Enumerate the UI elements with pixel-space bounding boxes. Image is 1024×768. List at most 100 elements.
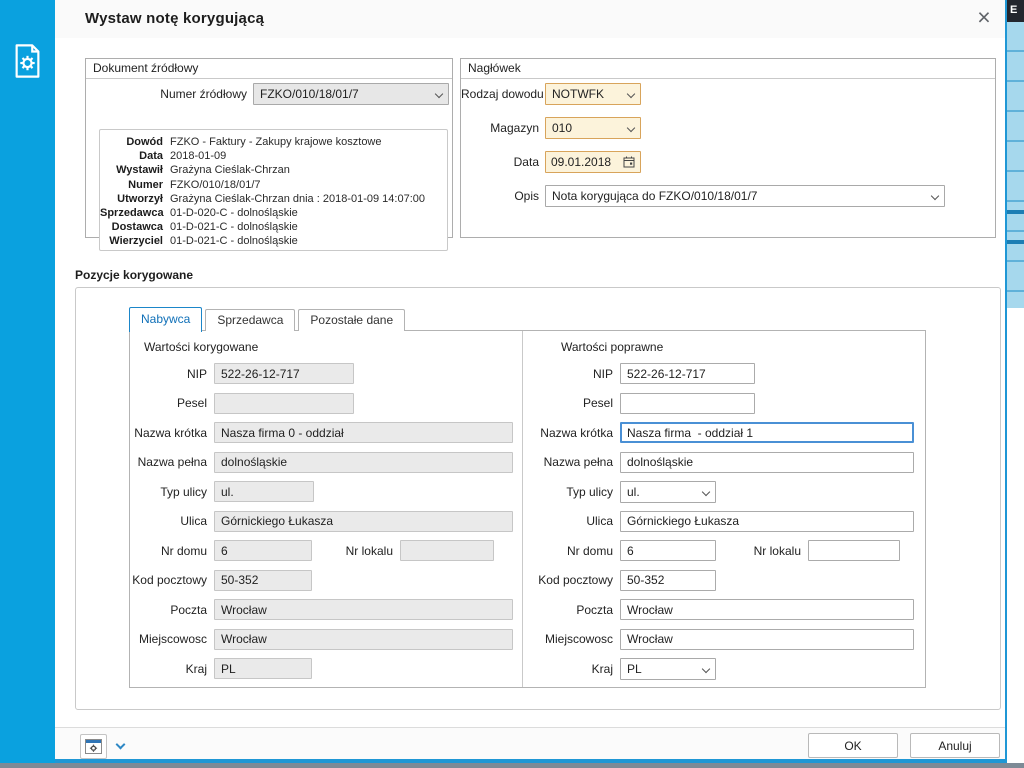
pesel-new-input[interactable] [620, 393, 755, 414]
data-value: 09.01.2018 [551, 155, 611, 169]
typ-ulicy-new-combo[interactable]: ul. [620, 481, 716, 503]
window-gear-icon [85, 739, 102, 754]
chevron-down-icon [627, 90, 635, 98]
miejscowosc-new-input[interactable] [620, 629, 914, 650]
nazwa-krotka-label: Nazwa krótka [130, 426, 214, 440]
kraj-old-input [214, 658, 312, 679]
rodzaj-dowodu-value: NOTWFK [552, 87, 604, 101]
nazwa-pelna-new-input[interactable] [620, 452, 914, 473]
os-taskbar-edge [0, 763, 1024, 768]
nazwa-krotka-old-input [214, 422, 513, 443]
kraj-label: Kraj [523, 662, 620, 676]
chevron-down-icon [702, 488, 710, 496]
rodzaj-dowodu-label: Rodzaj dowodu [461, 87, 545, 101]
detail-value: 01-D-021-C - dolnośląskie [170, 220, 298, 234]
settings-button[interactable] [80, 734, 107, 759]
nip-new-input[interactable] [620, 363, 755, 384]
ulica-new-input[interactable] [620, 511, 914, 532]
kraj-new-combo[interactable]: PL [620, 658, 716, 680]
detail-label: Utworzył [100, 192, 170, 206]
dialog-titlebar: Wystaw notę korygującą × [55, 0, 1005, 38]
detail-value: FZKO - Faktury - Zakupy krajowe kosztowe [170, 135, 382, 149]
cancel-button[interactable]: Anuluj [910, 733, 1000, 758]
nr-lokalu-label: Nr lokalu [716, 544, 808, 558]
typ-ulicy-label: Typ ulicy [523, 485, 620, 499]
kraj-label: Kraj [130, 662, 214, 676]
ulica-label: Ulica [523, 514, 620, 528]
nr-domu-label: Nr domu [523, 544, 620, 558]
poczta-label: Poczta [130, 603, 214, 617]
chevron-down-icon [931, 192, 939, 200]
data-datepicker[interactable]: 09.01.2018 [545, 151, 641, 173]
poczta-new-input[interactable] [620, 599, 914, 620]
detail-label: Dostawca [100, 220, 170, 234]
kod-pocztowy-old-input [214, 570, 312, 591]
detail-value: 2018-01-09 [170, 149, 226, 163]
kod-pocztowy-new-input[interactable] [620, 570, 716, 591]
correct-values-column: Wartości poprawne NIP Pesel Nazwa krótka… [522, 331, 925, 687]
poczta-label: Poczta [523, 603, 620, 617]
kraj-new-value: PL [627, 662, 642, 676]
opis-value: Nota korygująca do FZKO/010/18/01/7 [552, 189, 757, 203]
nip-label: NIP [130, 367, 214, 381]
source-document-details: DowódFZKO - Faktury - Zakupy krajowe kos… [99, 129, 448, 251]
corrected-values-column: Wartości korygowane NIP Pesel Nazwa krót… [130, 331, 522, 687]
detail-value: Grażyna Cieślak-Chrzan dnia : 2018-01-09… [170, 192, 425, 206]
tab-pozostale-dane[interactable]: Pozostałe dane [298, 309, 405, 331]
source-number-combo[interactable]: FZKO/010/18/01/7 [253, 83, 449, 105]
nr-domu-label: Nr domu [130, 544, 214, 558]
nazwa-pelna-old-input [214, 452, 513, 473]
detail-value: FZKO/010/18/01/7 [170, 178, 261, 192]
rodzaj-dowodu-combo[interactable]: NOTWFK [545, 83, 641, 105]
detail-label: Wierzyciel [100, 234, 170, 248]
ok-button[interactable]: OK [808, 733, 898, 758]
dialog-footer: OK Anuluj [55, 727, 1005, 759]
nr-domu-new-input[interactable] [620, 540, 716, 561]
poczta-old-input [214, 599, 513, 620]
positions-caption: Pozycje korygowane [75, 268, 193, 282]
close-icon[interactable]: × [971, 4, 997, 30]
nip-old-input [214, 363, 354, 384]
correct-values-header: Wartości poprawne [523, 340, 925, 354]
dialog-side-strip [0, 0, 55, 768]
source-document-caption: Dokument źródłowy [86, 59, 452, 79]
tab-sprzedawca[interactable]: Sprzedawca [205, 309, 295, 331]
background-app-edge: E [1007, 0, 1024, 768]
data-label: Data [461, 155, 545, 169]
chevron-down-icon [435, 90, 443, 98]
nr-lokalu-new-input[interactable] [808, 540, 900, 561]
detail-label: Data [100, 149, 170, 163]
detail-value: 01-D-020-C - dolnośląskie [170, 206, 298, 220]
detail-label: Numer [100, 178, 170, 192]
nazwa-krotka-new-input[interactable] [620, 422, 914, 443]
background-grid-divider [1007, 240, 1024, 244]
detail-label: Wystawił [100, 163, 170, 177]
source-number-value: FZKO/010/18/01/7 [260, 87, 359, 101]
opis-label: Opis [461, 189, 545, 203]
detail-value: 01-D-021-C - dolnośląskie [170, 234, 298, 248]
calendar-icon [623, 156, 635, 168]
dialog-title: Wystaw notę korygującą [85, 10, 264, 27]
kod-pocztowy-label: Kod pocztowy [130, 573, 214, 587]
nazwa-pelna-label: Nazwa pełna [130, 455, 214, 469]
nr-domu-old-input [214, 540, 312, 561]
miejscowosc-label: Miejscowosc [523, 632, 620, 646]
miejscowosc-label: Miejscowosc [130, 632, 214, 646]
background-grid-divider [1007, 210, 1024, 214]
magazyn-label: Magazyn [461, 121, 545, 135]
magazyn-combo[interactable]: 010 [545, 117, 641, 139]
nabywca-tab-content: Wartości korygowane NIP Pesel Nazwa krót… [129, 330, 926, 688]
nazwa-pelna-label: Nazwa pełna [523, 455, 620, 469]
wystaw-note-dialog: Wystaw notę korygującą × Dokument źródło… [55, 0, 1007, 763]
typ-ulicy-old-input [214, 481, 314, 502]
corrected-values-header: Wartości korygowane [130, 340, 522, 354]
opis-combo[interactable]: Nota korygująca do FZKO/010/18/01/7 [545, 185, 945, 207]
ulica-label: Ulica [130, 514, 214, 528]
nazwa-krotka-label: Nazwa krótka [523, 426, 620, 440]
pesel-label: Pesel [523, 396, 620, 410]
settings-dropdown-chevron-icon[interactable] [116, 740, 126, 750]
miejscowosc-old-input [214, 629, 513, 650]
tab-nabywca[interactable]: Nabywca [129, 307, 202, 332]
nip-label: NIP [523, 367, 620, 381]
background-grid-rows [1007, 22, 1024, 308]
